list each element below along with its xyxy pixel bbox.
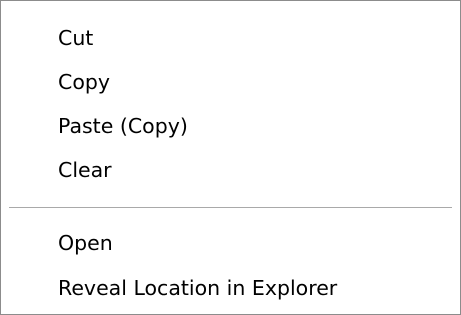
menu-item-clear[interactable]: Clear [2, 153, 459, 187]
menu-separator [9, 207, 452, 209]
menu-item-copy[interactable]: Copy [2, 65, 459, 99]
menu-item-open[interactable]: Open [2, 226, 459, 260]
context-menu: Cut Copy Paste (Copy) Clear Open Reveal … [0, 0, 461, 315]
menu-item-reveal-location[interactable]: Reveal Location in Explorer [2, 271, 459, 305]
menu-item-cut[interactable]: Cut [2, 21, 459, 55]
menu-item-paste-copy[interactable]: Paste (Copy) [2, 109, 459, 143]
